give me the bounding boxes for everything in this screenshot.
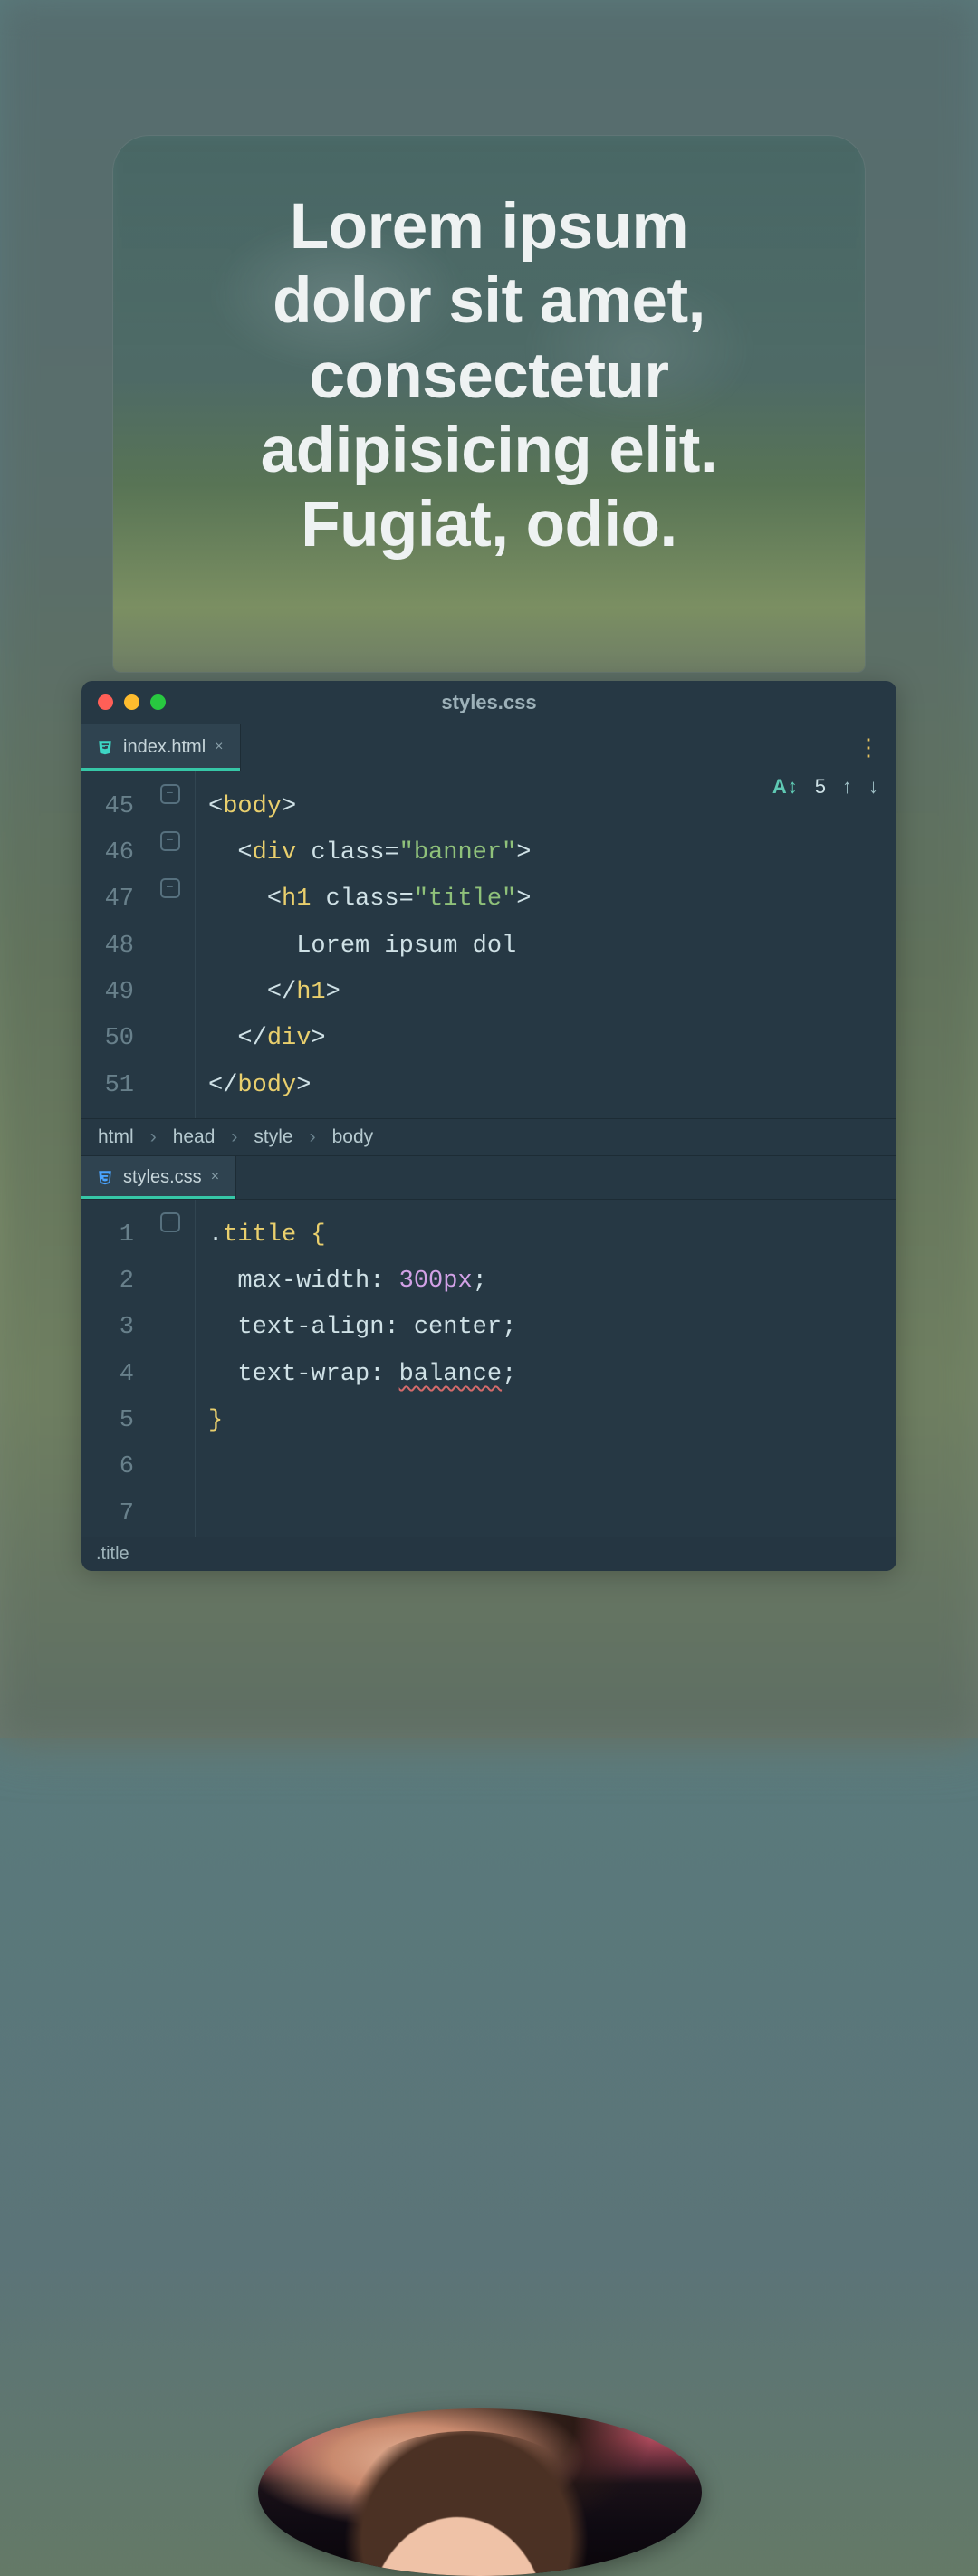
tab-overflow-menu-icon[interactable]: ⋮ <box>840 724 896 771</box>
browser-preview: Lorem ipsum dolor sit amet, consectetur … <box>113 136 865 672</box>
tab-styles-css[interactable]: styles.css × <box>82 1156 236 1199</box>
find-results-controls[interactable]: A↕ 5 ↑ ↓ <box>772 775 878 799</box>
find-next-icon[interactable]: ↓ <box>868 775 878 799</box>
fold-button-icon[interactable]: − <box>160 784 180 804</box>
breadcrumb-item[interactable]: html <box>98 1126 134 1148</box>
window-titlebar: styles.css <box>82 681 896 724</box>
window-controls[interactable] <box>98 694 166 710</box>
fold-button-icon[interactable]: − <box>160 878 180 898</box>
css-file-icon <box>96 1168 114 1186</box>
line-numbers: 1234567 <box>82 1200 145 1537</box>
line-numbers: 45464748495051 <box>82 771 145 1118</box>
tab-index-html[interactable]: index.html × <box>82 724 241 771</box>
breadcrumb-item[interactable]: body <box>332 1126 374 1148</box>
tab-close-icon[interactable]: × <box>215 739 223 755</box>
chevron-right-icon: › <box>150 1126 157 1148</box>
close-icon[interactable] <box>98 694 113 710</box>
breadcrumb-item[interactable]: style <box>254 1126 292 1148</box>
editor-tabs-bottom: styles.css × <box>82 1156 896 1200</box>
tab-close-icon[interactable]: × <box>211 1169 219 1185</box>
fold-button-icon[interactable]: − <box>160 1212 180 1232</box>
find-prev-icon[interactable]: ↑ <box>842 775 852 799</box>
tab-label: styles.css <box>123 1167 202 1188</box>
chevron-right-icon: › <box>231 1126 237 1148</box>
chevron-right-icon: › <box>310 1126 316 1148</box>
code-editor-window: styles.css index.html × ⋮ A↕ 5 ↑ ↓ 45464… <box>82 681 896 1571</box>
preview-title: Lorem ipsum dolor sit amet, consectetur … <box>217 190 761 563</box>
window-title: styles.css <box>441 691 536 714</box>
code-text[interactable]: .title { max-width: 300px; text-align: c… <box>196 1200 516 1537</box>
minimize-icon[interactable] <box>124 694 139 710</box>
html-file-icon <box>96 738 114 756</box>
tab-label: index.html <box>123 737 206 758</box>
match-case-icon[interactable]: A↕ <box>772 775 799 799</box>
maximize-icon[interactable] <box>150 694 166 710</box>
webcam-overlay <box>258 2408 702 2576</box>
statusbar-selector: .title <box>82 1537 896 1571</box>
breadcrumb[interactable]: html › head › style › body <box>82 1118 896 1156</box>
html-code-pane[interactable]: 45464748495051 − − − <body> <div class="… <box>82 771 896 1118</box>
css-code-pane[interactable]: 1234567 − .title { max-width: 300px; tex… <box>82 1200 896 1537</box>
breadcrumb-item[interactable]: head <box>173 1126 216 1148</box>
fold-button-icon[interactable]: − <box>160 831 180 851</box>
code-text[interactable]: <body> <div class="banner"> <h1 class="t… <box>196 771 531 1118</box>
find-count: 5 <box>815 775 826 799</box>
fold-gutter[interactable]: − − − <box>145 771 196 1118</box>
fold-gutter[interactable]: − <box>145 1200 196 1537</box>
editor-tabs-top: index.html × ⋮ <box>82 724 896 771</box>
